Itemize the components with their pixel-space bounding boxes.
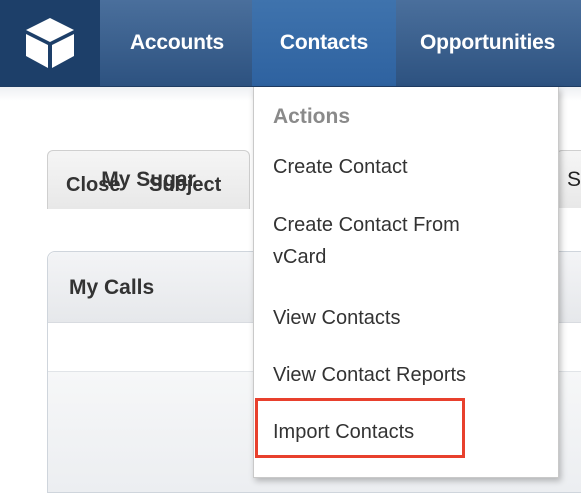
menu-item-view-contact-reports[interactable]: View Contact Reports [273,359,543,391]
highlight-frame [255,398,465,458]
top-navigation-bar: Accounts Contacts Opportunities [0,0,581,87]
column-header-close[interactable]: Close [66,174,120,197]
dashlet-title: My Calls [69,276,155,299]
home-logo-button[interactable] [0,0,100,86]
tab-partial[interactable]: S [556,150,581,208]
nav-accounts[interactable]: Accounts [106,0,248,86]
menu-item-label-line1: Create Contact From [273,214,460,236]
column-header-subject[interactable]: Subject [149,174,221,197]
cube-icon [26,18,74,68]
menu-item-create-contact[interactable]: Create Contact [273,151,543,183]
menu-item-label-line2: vCard [273,246,327,268]
nav-opportunities[interactable]: Opportunities [402,0,581,86]
menu-item-create-contact-from-vcard[interactable]: Create Contact From vCard [273,209,543,273]
menu-section-header: Actions [273,105,351,128]
menu-item-view-contacts[interactable]: View Contacts [273,302,543,334]
nav-contacts[interactable]: Contacts [252,0,396,86]
